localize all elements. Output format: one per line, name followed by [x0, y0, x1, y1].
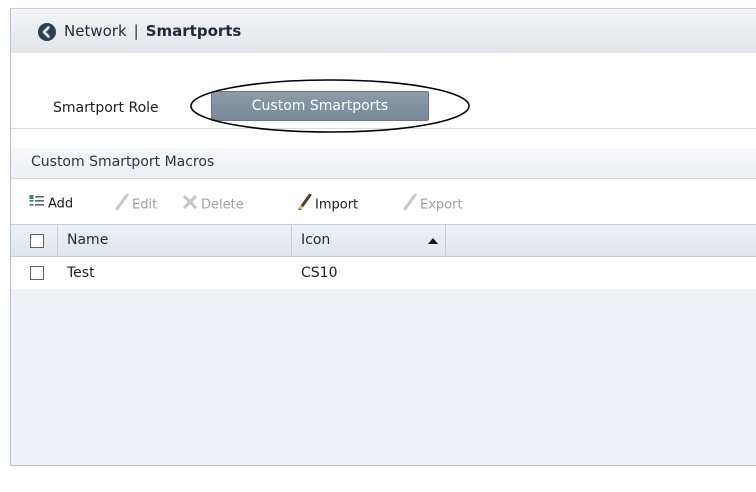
row-name-cell: Test: [67, 265, 95, 281]
pencil-icon: [298, 193, 312, 216]
add-button[interactable]: Add: [29, 194, 73, 212]
section-header: Custom Smartport Macros: [11, 148, 756, 179]
section-title: Custom Smartport Macros: [31, 154, 215, 170]
export-button[interactable]: Export: [403, 193, 463, 213]
row-checkbox[interactable]: [30, 266, 44, 280]
column-header-name[interactable]: Name: [67, 225, 108, 256]
page-title: Smartports: [145, 22, 242, 40]
delete-x-icon: [182, 194, 198, 216]
table-row[interactable]: Test CS10: [11, 257, 756, 289]
pencil-icon: [115, 193, 129, 216]
back-button[interactable]: [38, 23, 56, 41]
edit-label: Edit: [132, 197, 158, 213]
column-divider: [57, 225, 58, 256]
row-icon-cell: CS10: [301, 265, 338, 281]
delete-button[interactable]: Delete: [182, 194, 244, 213]
pencil-icon: [403, 193, 417, 216]
column-header-icon[interactable]: Icon: [301, 225, 330, 256]
toolbar: Add Edit Delete Import Export: [11, 187, 756, 219]
import-label: Import: [315, 197, 359, 213]
app-window: Network | Smartports Smartport Role Custom…: [10, 8, 756, 466]
add-list-icon: [29, 194, 45, 214]
import-button[interactable]: Import: [298, 193, 359, 213]
edit-button[interactable]: Edit: [115, 193, 158, 213]
export-label: Export: [420, 197, 463, 213]
highlight-ellipse: [190, 79, 470, 133]
breadcrumb-network[interactable]: Network: [64, 22, 127, 40]
breadcrumb: Network | Smartports: [64, 22, 241, 40]
select-all-checkbox[interactable]: [30, 234, 44, 248]
breadcrumb-separator: |: [133, 22, 139, 40]
macros-table: Name Icon Test CS10: [11, 224, 756, 465]
page-header: Network | Smartports: [11, 9, 756, 54]
sort-ascending-icon: [428, 238, 438, 244]
add-label: Add: [48, 196, 74, 212]
column-divider: [445, 225, 446, 256]
table-header: Name Icon: [11, 224, 756, 257]
smartport-role-label: Smartport Role: [53, 100, 159, 116]
column-divider: [291, 225, 292, 256]
chevron-left-icon: [42, 26, 50, 38]
delete-label: Delete: [201, 197, 244, 213]
